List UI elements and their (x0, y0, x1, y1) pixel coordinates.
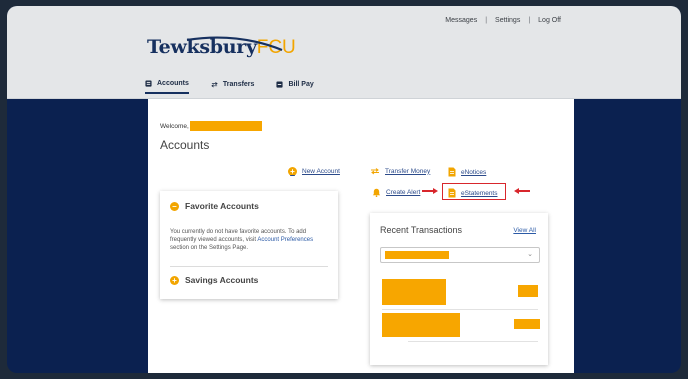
tab-transfers[interactable]: Transfers (211, 80, 255, 94)
create-alert-link[interactable]: Create Alert (372, 188, 420, 197)
redacted-username (189, 121, 262, 131)
account-select[interactable]: ⌄ (380, 247, 540, 263)
messages-link[interactable]: Messages (445, 17, 477, 24)
recent-transactions-title: Recent Transactions (380, 225, 463, 235)
highlight-arrow-left-icon (514, 188, 530, 193)
transaction-divider (408, 341, 538, 342)
view-all-link[interactable]: View All (513, 227, 536, 234)
tab-transfers-label: Transfers (222, 81, 255, 88)
account-preferences-link[interactable]: Account Preferences (257, 237, 313, 243)
bill-pay-icon (276, 81, 283, 88)
tab-accounts-label: Accounts (157, 80, 189, 87)
logo-swoosh-icon (186, 36, 283, 52)
link-separator: | (528, 17, 531, 24)
savings-accounts-title: Savings Accounts (185, 275, 259, 285)
highlight-arrow-right-icon (422, 188, 438, 193)
bell-icon (372, 188, 381, 197)
enotices-label: eNotices (461, 168, 487, 176)
create-alert-label: Create Alert (386, 189, 421, 196)
utility-links: Messages | Settings | Log Off (445, 17, 561, 24)
chevron-down-icon: ⌄ (527, 251, 533, 258)
favorite-accounts-header[interactable]: – Favorite Accounts (170, 201, 259, 211)
recent-transactions-card: Recent Transactions View All ⌄ (370, 213, 548, 365)
main-nav: Accounts Transfers Bill Pay (145, 80, 314, 94)
savings-accounts-header[interactable]: + Savings Accounts (170, 275, 258, 285)
browser-frame: Messages | Settings | Log Off TewksburyF… (7, 6, 681, 373)
link-separator: | (485, 17, 488, 24)
new-account-link[interactable]: + New Account (288, 167, 340, 176)
redacted-transaction-description (382, 313, 460, 337)
redacted-transaction-amount (514, 319, 540, 329)
expand-plus-icon: + (170, 275, 179, 285)
transfer-money-label: Transfer Money (385, 167, 431, 175)
card-divider (170, 266, 328, 267)
favorite-accounts-card: – Favorite Accounts You currently do not… (160, 191, 338, 299)
tab-bill-pay[interactable]: Bill Pay (276, 80, 314, 94)
document-icon (448, 167, 456, 177)
estatements-highlight-box (442, 183, 506, 200)
main-content: Welcome, Accounts + New Account Transfer… (148, 99, 574, 373)
transfers-icon (211, 82, 218, 88)
collapse-minus-icon: – (170, 201, 179, 211)
plus-circle-icon: + (288, 167, 297, 176)
tewksbury-fcu-logo[interactable]: TewksburyFCU (147, 36, 296, 66)
tab-bill-pay-label: Bill Pay (288, 81, 314, 88)
site-header: Messages | Settings | Log Off TewksburyF… (7, 6, 681, 99)
log-off-link[interactable]: Log Off (538, 17, 561, 24)
favorite-accounts-message: You currently do not have favorite accou… (170, 228, 330, 252)
welcome-message: Welcome, (160, 121, 262, 131)
transfer-arrows-icon (371, 168, 379, 175)
redacted-account-name (385, 251, 449, 259)
new-account-label: New Account (302, 168, 340, 175)
transfer-money-link[interactable]: Transfer Money (370, 167, 430, 175)
enotices-link[interactable]: eNotices (448, 167, 486, 177)
accounts-icon (145, 80, 152, 87)
tab-accounts[interactable]: Accounts (145, 80, 189, 94)
redacted-transaction-amount (518, 285, 538, 297)
page-title: Accounts (160, 138, 210, 152)
transaction-divider (382, 309, 538, 310)
welcome-label: Welcome, (160, 122, 189, 130)
settings-link[interactable]: Settings (495, 17, 520, 24)
favorite-accounts-title: Favorite Accounts (185, 201, 259, 211)
redacted-transaction-description (382, 279, 446, 305)
favorite-accounts-text-after: section on the Settings Page. (170, 245, 249, 251)
